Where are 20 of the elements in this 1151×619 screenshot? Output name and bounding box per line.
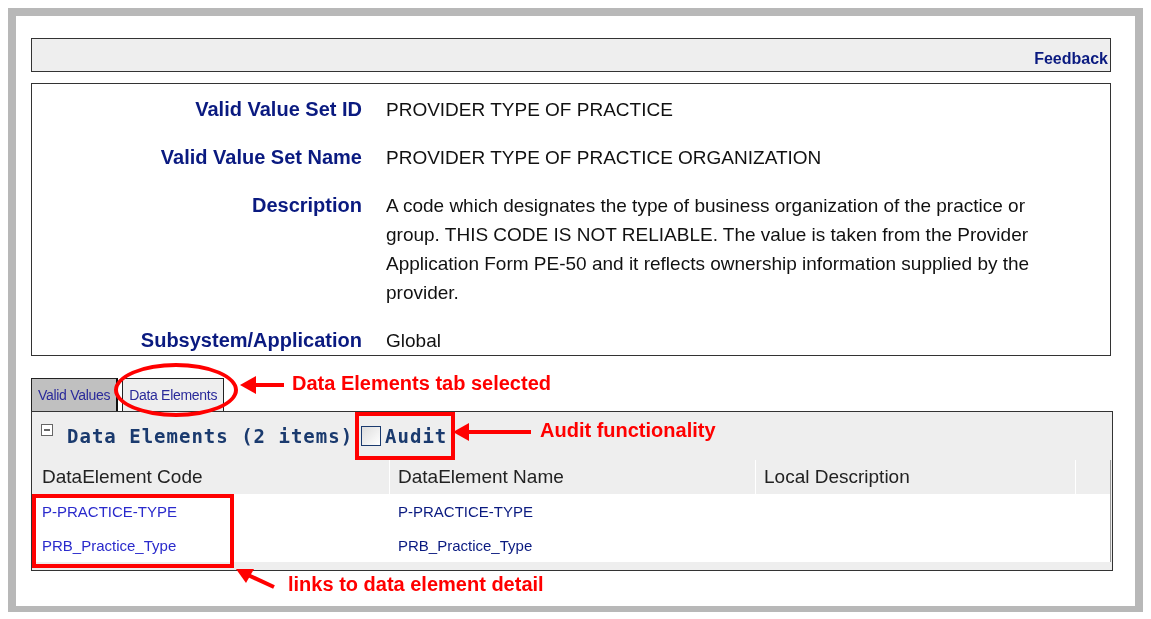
field-value: PROVIDER TYPE OF PRACTICE ORGANIZATION — [386, 146, 823, 170]
annotation-text: Data Elements tab selected — [292, 372, 551, 395]
tab[interactable]: Valid Values — [31, 378, 119, 411]
code-link[interactable]: PRB_Practice_Type — [42, 536, 177, 554]
field-value: Global — [386, 329, 442, 353]
code-link[interactable]: P-PRACTICE-TYPE — [42, 502, 177, 520]
field-label: Valid Value Set Name — [159, 145, 362, 170]
field-value: A code which designates the type of business organization of the practice or group. THIS CODE IS NOT RELIABLE. The value is taken from the Provider Application Form PE-50 and it reflects ownership information supplied by the provider. — [386, 194, 1031, 305]
tab[interactable]: Data Elements — [122, 378, 225, 411]
field-label: Subsystem/Application — [139, 328, 362, 353]
feedback-link[interactable]: Feedback — [1034, 50, 1108, 68]
field-value: PROVIDER TYPE OF PRACTICE — [386, 98, 674, 122]
audit-label: Audit — [385, 425, 448, 447]
table-cell: PRB_Practice_Type — [398, 536, 533, 554]
annotation-text: Audit functionality — [540, 419, 716, 442]
field-label: Description — [250, 193, 362, 218]
annotation-text: links to data element detail — [288, 573, 544, 596]
grid-title: Data Elements (2 items) — [67, 425, 354, 447]
table-cell: P-PRACTICE-TYPE — [398, 502, 533, 520]
field-label: Valid Value Set ID — [194, 97, 362, 122]
